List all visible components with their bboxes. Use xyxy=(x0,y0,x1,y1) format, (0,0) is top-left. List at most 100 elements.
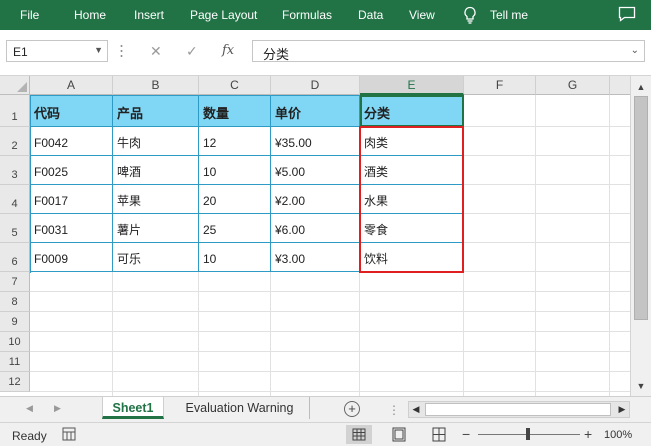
row-header-10[interactable]: 10 xyxy=(0,332,30,352)
empty-cell[interactable] xyxy=(271,272,360,292)
empty-cell[interactable] xyxy=(360,372,464,392)
empty-cell[interactable] xyxy=(30,332,113,352)
table-cell[interactable]: ¥3.00 xyxy=(271,243,360,272)
empty-cell[interactable] xyxy=(113,332,199,352)
empty-cell[interactable] xyxy=(610,243,630,272)
empty-cell[interactable] xyxy=(536,243,610,272)
table-cell[interactable]: 20 xyxy=(199,185,271,214)
normal-view-button[interactable] xyxy=(346,425,372,444)
row-header-7[interactable]: 7 xyxy=(0,272,30,292)
empty-cell[interactable] xyxy=(610,352,630,372)
menu-formulas[interactable]: Formulas xyxy=(282,8,332,22)
chevron-down-icon[interactable]: ▼ xyxy=(94,45,103,55)
table-cell[interactable]: ¥6.00 xyxy=(271,214,360,243)
empty-cell[interactable] xyxy=(271,332,360,352)
empty-cell[interactable] xyxy=(536,332,610,352)
empty-cell[interactable] xyxy=(610,332,630,352)
table-cell[interactable]: ¥5.00 xyxy=(271,156,360,185)
table-cell[interactable]: F0042 xyxy=(30,127,113,156)
table-cell[interactable]: 水果 xyxy=(360,185,464,214)
vertical-dots-icon[interactable]: ⋮ xyxy=(388,403,400,417)
empty-cell[interactable] xyxy=(113,312,199,332)
scroll-left-icon[interactable]: ◀ xyxy=(409,402,423,417)
column-header-e[interactable]: E xyxy=(360,76,464,95)
scroll-thumb[interactable] xyxy=(634,96,648,320)
empty-cell[interactable] xyxy=(464,352,536,372)
table-cell[interactable]: 啤酒 xyxy=(113,156,199,185)
empty-cell[interactable] xyxy=(113,372,199,392)
table-cell[interactable]: F0017 xyxy=(30,185,113,214)
column-header-d[interactable]: D xyxy=(271,76,360,95)
menu-data[interactable]: Data xyxy=(358,8,383,22)
row-header-9[interactable]: 9 xyxy=(0,312,30,332)
table-cell[interactable]: 薯片 xyxy=(113,214,199,243)
add-sheet-icon[interactable]: + xyxy=(344,401,360,417)
insert-function-icon[interactable]: fx xyxy=(222,43,234,58)
row-header-11[interactable]: 11 xyxy=(0,352,30,372)
table-cell[interactable]: ¥35.00 xyxy=(271,127,360,156)
empty-cell[interactable] xyxy=(536,127,610,156)
expand-formula-icon[interactable]: ⌄ xyxy=(631,45,639,56)
cell-c1[interactable]: 数量 xyxy=(199,95,271,127)
empty-cell[interactable] xyxy=(30,272,113,292)
empty-cell[interactable] xyxy=(464,127,536,156)
empty-cell[interactable] xyxy=(199,292,271,312)
empty-cell[interactable] xyxy=(610,214,630,243)
empty-cell[interactable] xyxy=(360,312,464,332)
row-header-5[interactable]: 5 xyxy=(0,214,30,243)
cell-e1[interactable]: 分类 xyxy=(360,95,464,127)
empty-cell[interactable] xyxy=(536,272,610,292)
empty-cell[interactable] xyxy=(464,95,536,127)
next-sheet-icon[interactable]: ▶ xyxy=(54,403,61,414)
empty-cell[interactable] xyxy=(360,352,464,372)
empty-cell[interactable] xyxy=(610,127,630,156)
table-cell[interactable]: 10 xyxy=(199,156,271,185)
menu-home[interactable]: Home xyxy=(74,8,106,22)
formula-input[interactable]: 分类 ⌄ xyxy=(252,40,645,62)
empty-cell[interactable] xyxy=(610,185,630,214)
empty-cell[interactable] xyxy=(30,312,113,332)
enter-icon[interactable]: ✓ xyxy=(186,43,198,60)
row-header-2[interactable]: 2 xyxy=(0,127,30,156)
empty-cell[interactable] xyxy=(199,312,271,332)
empty-cell[interactable] xyxy=(464,243,536,272)
table-cell[interactable]: 可乐 xyxy=(113,243,199,272)
scroll-down-icon[interactable]: ▼ xyxy=(633,378,649,394)
tab-evaluation-warning[interactable]: Evaluation Warning xyxy=(170,397,310,419)
horizontal-scroll-thumb[interactable] xyxy=(425,403,611,416)
empty-cell[interactable] xyxy=(464,292,536,312)
row-header-6[interactable]: 6 xyxy=(0,243,30,272)
worksheet-grid[interactable]: A B C D E F G 1 2 3 4 5 6 7 8 9 10 11 12… xyxy=(0,76,630,396)
empty-cell[interactable] xyxy=(464,272,536,292)
column-header-c[interactable]: C xyxy=(199,76,271,95)
empty-cell[interactable] xyxy=(30,292,113,312)
table-cell[interactable]: 牛肉 xyxy=(113,127,199,156)
lightbulb-icon[interactable] xyxy=(462,6,478,24)
menu-insert[interactable]: Insert xyxy=(134,8,164,22)
row-header-12[interactable]: 12 xyxy=(0,372,30,392)
empty-cell[interactable] xyxy=(536,95,610,127)
empty-cell[interactable] xyxy=(199,352,271,372)
scroll-up-icon[interactable]: ▲ xyxy=(633,79,649,95)
table-cell[interactable]: 25 xyxy=(199,214,271,243)
empty-cell[interactable] xyxy=(536,312,610,332)
row-header-8[interactable]: 8 xyxy=(0,292,30,312)
empty-cell[interactable] xyxy=(536,185,610,214)
empty-cell[interactable] xyxy=(199,272,271,292)
table-cell[interactable]: 酒类 xyxy=(360,156,464,185)
empty-cell[interactable] xyxy=(536,156,610,185)
row-header-1[interactable]: 1 xyxy=(0,95,30,127)
empty-cell[interactable] xyxy=(610,312,630,332)
tab-sheet1[interactable]: Sheet1 xyxy=(102,397,164,419)
empty-cell[interactable] xyxy=(30,372,113,392)
macro-recording-icon[interactable] xyxy=(62,427,76,441)
empty-cell[interactable] xyxy=(271,292,360,312)
empty-cell[interactable] xyxy=(536,292,610,312)
empty-cell[interactable] xyxy=(464,156,536,185)
empty-cell[interactable] xyxy=(464,214,536,243)
table-cell[interactable]: ¥2.00 xyxy=(271,185,360,214)
table-cell[interactable]: 肉类 xyxy=(360,127,464,156)
menu-file[interactable]: File xyxy=(20,8,39,22)
cancel-icon[interactable]: ✕ xyxy=(150,43,162,60)
empty-cell[interactable] xyxy=(464,372,536,392)
